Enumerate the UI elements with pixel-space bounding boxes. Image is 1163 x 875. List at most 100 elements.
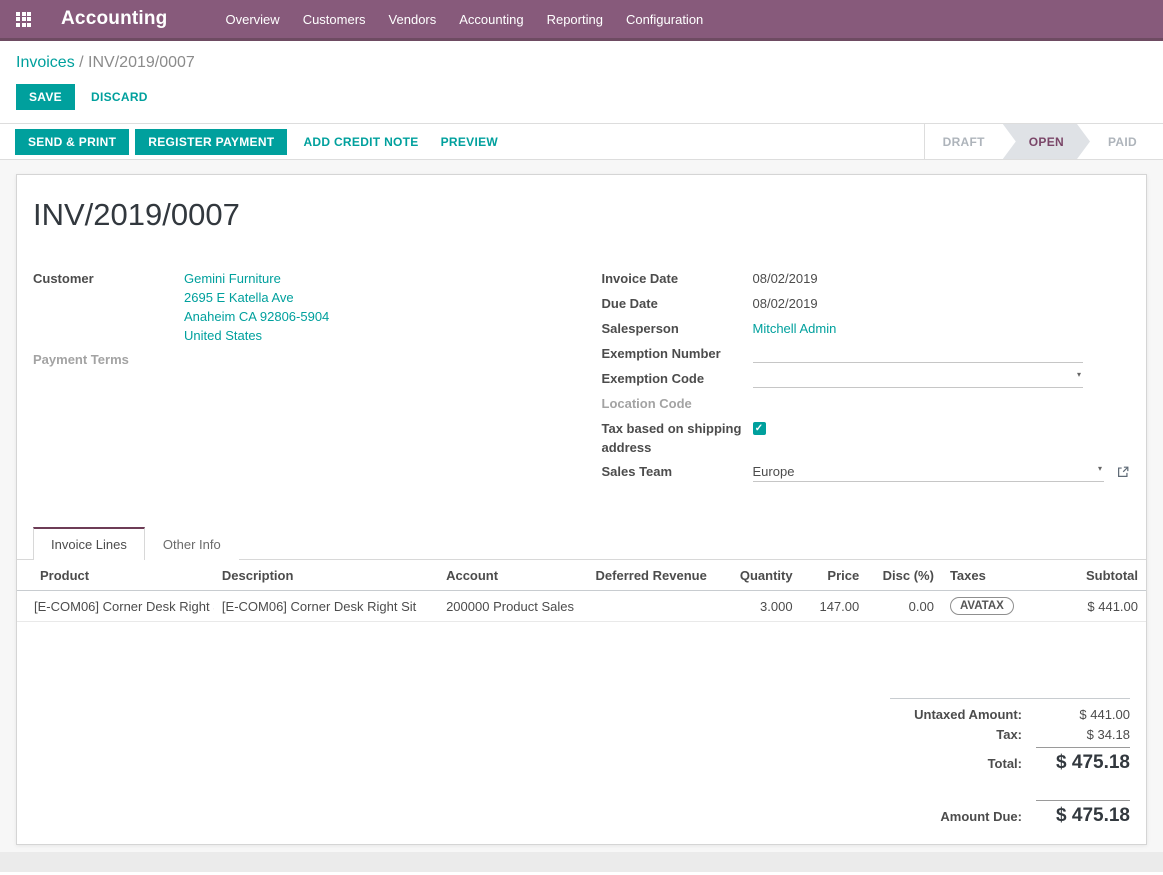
tax-value: $ 34.18	[1036, 727, 1130, 742]
field-payment-terms: Payment Terms	[33, 350, 582, 370]
control-panel: Invoices / INV/2019/0007 SAVE DISCARD	[0, 41, 1163, 123]
total-value: $ 475.18	[1036, 747, 1130, 774]
col-description[interactable]: Description	[214, 560, 438, 591]
breadcrumb-separator: /	[79, 54, 88, 71]
invoice-form-sheet: INV/2019/0007 Customer Gemini Furniture …	[16, 174, 1147, 845]
field-exemption-code: Exemption Code ▾	[602, 369, 1131, 389]
register-payment-button[interactable]: REGISTER PAYMENT	[135, 129, 287, 155]
salesperson-value-link[interactable]: Mitchell Admin	[753, 321, 837, 336]
preview-button[interactable]: PREVIEW	[441, 135, 498, 149]
col-quantity[interactable]: Quantity	[717, 560, 801, 591]
chevron-down-icon[interactable]: ▾	[1098, 459, 1102, 478]
menu-accounting[interactable]: Accounting	[459, 12, 523, 27]
field-due-date: Due Date 08/02/2019	[602, 294, 1131, 314]
customer-label: Customer	[33, 269, 184, 288]
exemption-code-select[interactable]: ▾	[753, 369, 1084, 388]
menu-vendors[interactable]: Vendors	[389, 12, 437, 27]
col-account[interactable]: Account	[438, 560, 587, 591]
cell-quantity[interactable]: 3.000	[717, 591, 801, 622]
col-deferred-revenue[interactable]: Deferred Revenue	[588, 560, 717, 591]
customer-address-line-3[interactable]: United States	[184, 326, 535, 345]
amount-due-label: Amount Due:	[890, 809, 1036, 824]
tax-shipping-label: Tax based on shipping address	[602, 419, 753, 457]
send-print-button[interactable]: SEND & PRINT	[15, 129, 129, 155]
field-exemption-number: Exemption Number	[602, 344, 1131, 364]
fields-right-column: Invoice Date 08/02/2019 Due Date 08/02/2…	[582, 269, 1131, 487]
save-button[interactable]: SAVE	[16, 84, 75, 110]
action-toolbar: SEND & PRINT REGISTER PAYMENT ADD CREDIT…	[0, 123, 1163, 160]
field-salesperson: Salesperson Mitchell Admin	[602, 319, 1131, 339]
cell-taxes: AVATAX	[942, 591, 1038, 622]
menu-customers[interactable]: Customers	[303, 12, 366, 27]
cell-subtotal[interactable]: $ 441.00	[1038, 591, 1146, 622]
add-credit-note-button[interactable]: ADD CREDIT NOTE	[303, 135, 418, 149]
sales-team-value: Europe	[753, 464, 795, 479]
status-draft[interactable]: DRAFT	[925, 124, 1003, 159]
col-price[interactable]: Price	[801, 560, 868, 591]
amount-due-row: Amount Due: $ 475.18	[890, 800, 1130, 827]
col-taxes[interactable]: Taxes	[942, 560, 1038, 591]
cell-product[interactable]: [E-COM06] Corner Desk Right Sit	[17, 591, 214, 622]
due-date-value[interactable]: 08/02/2019	[753, 294, 1131, 313]
due-date-label: Due Date	[602, 294, 753, 313]
statusbar: DRAFT OPEN PAID	[924, 124, 1163, 159]
table-row[interactable]: [E-COM06] Corner Desk Right Sit [E-COM06…	[17, 591, 1146, 622]
cell-description[interactable]: [E-COM06] Corner Desk Right Sit	[214, 591, 438, 622]
sales-team-label: Sales Team	[602, 462, 753, 481]
field-invoice-date: Invoice Date 08/02/2019	[602, 269, 1131, 289]
status-open[interactable]: OPEN	[1003, 124, 1090, 159]
app-menu: Overview Customers Vendors Accounting Re…	[226, 12, 704, 27]
field-sales-team: Sales Team Europe ▾	[602, 462, 1131, 482]
col-subtotal[interactable]: Subtotal	[1038, 560, 1146, 591]
external-link-icon[interactable]	[1116, 465, 1130, 479]
col-product[interactable]: Product	[17, 560, 214, 591]
invoice-date-value[interactable]: 08/02/2019	[753, 269, 1131, 288]
page-footer-strip	[0, 852, 1163, 872]
content-area: INV/2019/0007 Customer Gemini Furniture …	[0, 160, 1163, 852]
cell-deferred-revenue[interactable]	[588, 591, 717, 622]
discard-button[interactable]: DISCARD	[91, 90, 148, 104]
notebook-tabs: Invoice Lines Other Info	[17, 527, 1146, 560]
invoice-date-label: Invoice Date	[602, 269, 753, 288]
customer-address-line-1[interactable]: 2695 E Katella Ave	[184, 288, 535, 307]
field-location-code: Location Code	[602, 394, 1131, 414]
amount-due-value: $ 475.18	[1036, 800, 1130, 827]
tax-row: Tax: $ 34.18	[890, 727, 1130, 742]
totals-panel: Untaxed Amount: $ 441.00 Tax: $ 34.18 To…	[890, 698, 1130, 832]
menu-reporting[interactable]: Reporting	[547, 12, 603, 27]
tax-badge[interactable]: AVATAX	[950, 597, 1014, 615]
exemption-number-label: Exemption Number	[602, 344, 753, 363]
breadcrumb-invoices-link[interactable]: Invoices	[16, 54, 75, 71]
field-customer: Customer Gemini Furniture 2695 E Katella…	[33, 269, 582, 345]
cell-price[interactable]: 147.00	[801, 591, 868, 622]
menu-overview[interactable]: Overview	[226, 12, 280, 27]
fields-left-column: Customer Gemini Furniture 2695 E Katella…	[33, 269, 582, 487]
app-title[interactable]: Accounting	[61, 8, 168, 30]
cell-disc[interactable]: 0.00	[867, 591, 942, 622]
cell-account[interactable]: 200000 Product Sales	[438, 591, 587, 622]
exemption-number-input[interactable]	[753, 344, 1084, 363]
top-navbar: Accounting Overview Customers Vendors Ac…	[0, 0, 1163, 41]
tab-invoice-lines[interactable]: Invoice Lines	[33, 527, 145, 560]
sales-team-select[interactable]: Europe ▾	[753, 462, 1105, 482]
chevron-down-icon[interactable]: ▾	[1077, 365, 1081, 384]
breadcrumb-current: INV/2019/0007	[88, 54, 195, 71]
location-code-label: Location Code	[602, 394, 753, 413]
menu-configuration[interactable]: Configuration	[626, 12, 703, 27]
salesperson-label: Salesperson	[602, 319, 753, 338]
exemption-code-label: Exemption Code	[602, 369, 753, 388]
untaxed-amount-row: Untaxed Amount: $ 441.00	[890, 707, 1130, 722]
customer-name-link[interactable]: Gemini Furniture	[184, 269, 535, 288]
status-paid[interactable]: PAID	[1090, 124, 1155, 159]
invoice-number-title[interactable]: INV/2019/0007	[33, 197, 1130, 233]
untaxed-amount-value: $ 441.00	[1036, 707, 1130, 722]
invoice-lines-table: Product Description Account Deferred Rev…	[17, 560, 1146, 622]
untaxed-amount-label: Untaxed Amount:	[890, 707, 1036, 722]
breadcrumb: Invoices / INV/2019/0007	[16, 53, 1147, 73]
tax-shipping-checkbox[interactable]: ✓	[753, 422, 766, 435]
tab-other-info[interactable]: Other Info	[145, 527, 239, 560]
apps-grid-icon[interactable]	[16, 12, 31, 27]
customer-address-line-2[interactable]: Anaheim CA 92806-5904	[184, 307, 535, 326]
payment-terms-label: Payment Terms	[33, 350, 184, 369]
col-disc[interactable]: Disc (%)	[867, 560, 942, 591]
